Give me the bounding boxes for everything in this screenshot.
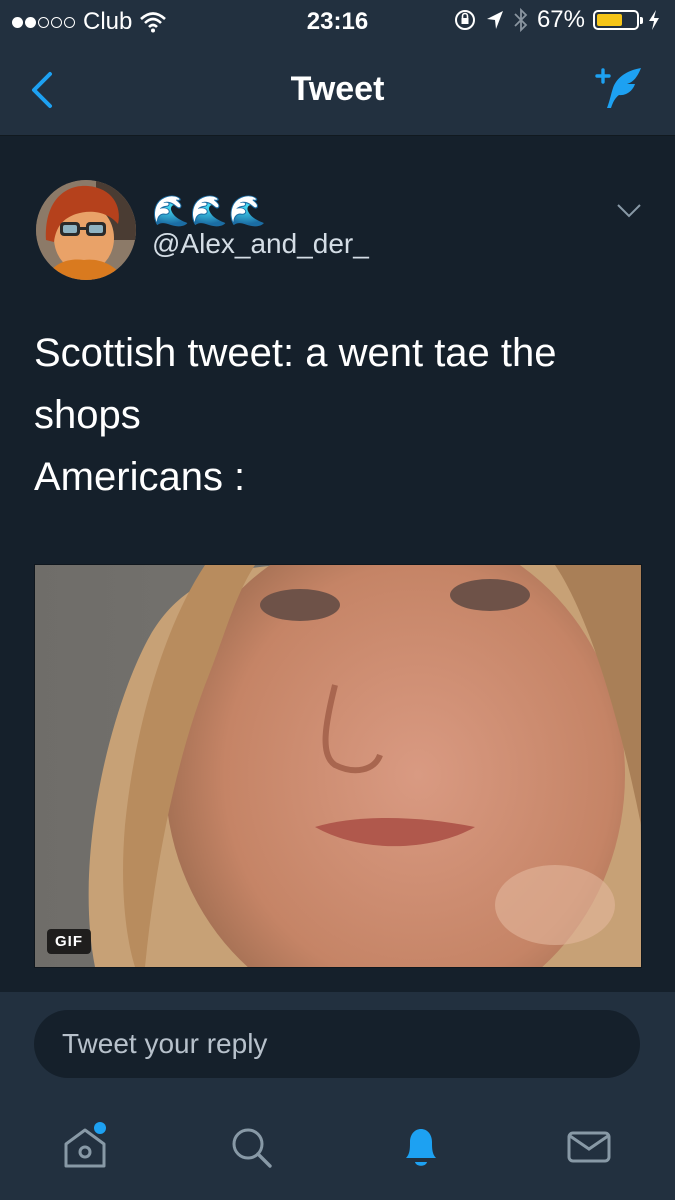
battery-level [597, 14, 623, 26]
messages-envelope-icon [567, 1131, 611, 1163]
reply-input[interactable]: Tweet your reply [34, 1010, 640, 1078]
reply-bar: Tweet your reply [0, 992, 675, 1094]
gif-badge: GIF [47, 929, 91, 954]
tweet-header: 🌊🌊🌊 @Alex_and_der_ [36, 180, 646, 290]
tweet-text-line: Americans : [34, 455, 246, 499]
bluetooth-icon [514, 7, 528, 33]
tab-messages[interactable] [560, 1118, 618, 1176]
user-handle[interactable]: @Alex_and_der_ [152, 228, 369, 260]
tweet-text: Scottish tweet: a went tae the shops Ame… [34, 322, 644, 508]
compose-tweet-icon [595, 68, 641, 108]
tweet-gif-media[interactable]: GIF [34, 564, 642, 968]
tab-bar [0, 1094, 675, 1200]
charging-bolt-icon [649, 10, 659, 30]
chevron-down-icon[interactable] [616, 202, 642, 220]
tab-notifications[interactable] [392, 1118, 450, 1176]
search-icon [232, 1128, 272, 1168]
tweet-text-line: Scottish tweet: a went tae the [34, 331, 557, 375]
battery-icon [593, 10, 643, 30]
tab-home[interactable] [56, 1118, 114, 1176]
location-arrow-icon [486, 11, 503, 29]
display-name: 🌊🌊🌊 [152, 195, 268, 228]
home-icon [64, 1122, 106, 1168]
status-right: 67% [453, 6, 661, 34]
tweet-text-line: shops [34, 393, 141, 437]
battery-percent: 67% [536, 6, 585, 33]
orientation-lock-icon [454, 10, 475, 30]
page-title: Tweet [290, 70, 385, 108]
status-bar: Club 23:16 67% [0, 0, 675, 44]
gif-image [35, 565, 641, 967]
notifications-bell-icon [406, 1129, 436, 1166]
nav-bar: Tweet [0, 44, 675, 136]
avatar[interactable] [36, 180, 136, 280]
compose-button[interactable] [593, 62, 645, 114]
tab-search[interactable] [222, 1118, 280, 1176]
